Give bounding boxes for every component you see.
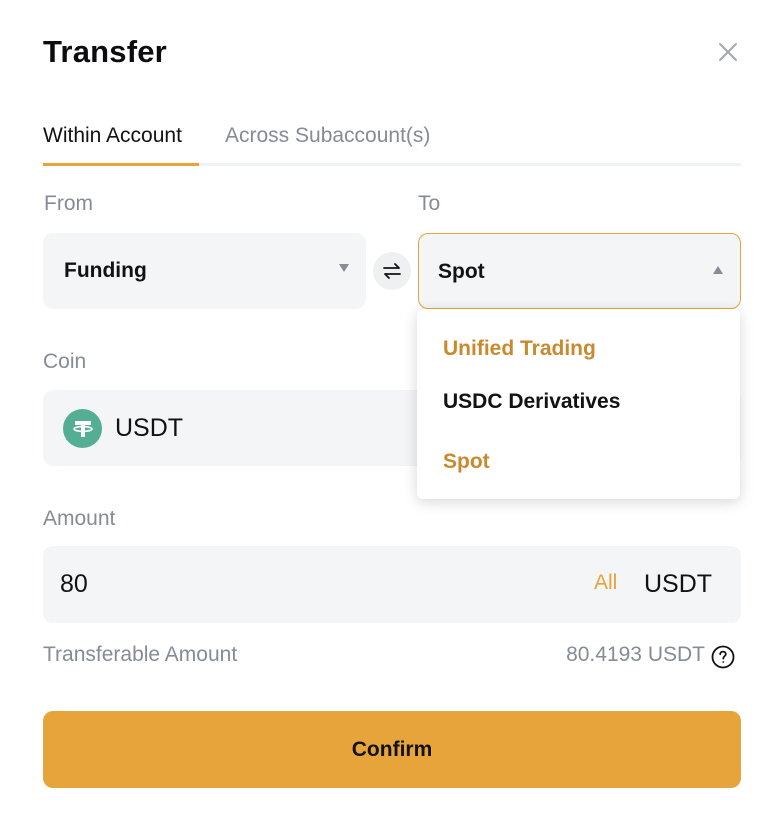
help-icon[interactable] <box>711 645 735 669</box>
all-button[interactable]: All <box>594 571 617 595</box>
to-account-select[interactable]: Spot <box>418 233 741 309</box>
coin-value: USDT <box>115 414 184 442</box>
dropdown-option-unified-trading[interactable]: Unified Trading <box>443 337 596 361</box>
tab-within-account[interactable]: Within Account <box>43 124 182 148</box>
transferable-amount-value: 80.4193 USDT <box>566 643 705 666</box>
tab-across-subaccounts[interactable]: Across Subaccount(s) <box>225 124 430 148</box>
close-icon[interactable] <box>714 38 742 66</box>
from-label: From <box>44 192 93 215</box>
swap-icon[interactable] <box>373 252 411 290</box>
to-label: To <box>418 192 441 215</box>
to-account-value: Spot <box>438 260 485 283</box>
from-account-select[interactable]: Funding <box>43 233 366 309</box>
chevron-down-icon <box>339 264 349 272</box>
amount-label: Amount <box>43 507 116 530</box>
amount-unit: USDT <box>644 570 713 598</box>
tab-bar: Within Account Across Subaccount(s) <box>43 118 741 166</box>
amount-input[interactable] <box>43 546 741 623</box>
tether-icon <box>63 409 102 448</box>
chevron-up-icon <box>713 266 723 274</box>
amount-value[interactable]: 80 <box>60 570 88 599</box>
confirm-button[interactable]: Confirm <box>43 711 741 788</box>
dropdown-option-spot[interactable]: Spot <box>443 450 490 474</box>
dropdown-option-usdc-derivatives[interactable]: USDC Derivatives <box>443 390 620 414</box>
coin-label: Coin <box>43 350 87 373</box>
dialog-title: Transfer <box>43 34 167 69</box>
active-tab-indicator <box>43 163 199 166</box>
from-account-value: Funding <box>64 259 147 282</box>
to-account-dropdown: Unified Trading USDC Derivatives Spot <box>417 309 740 499</box>
transferable-amount-label: Transferable Amount <box>43 643 238 666</box>
